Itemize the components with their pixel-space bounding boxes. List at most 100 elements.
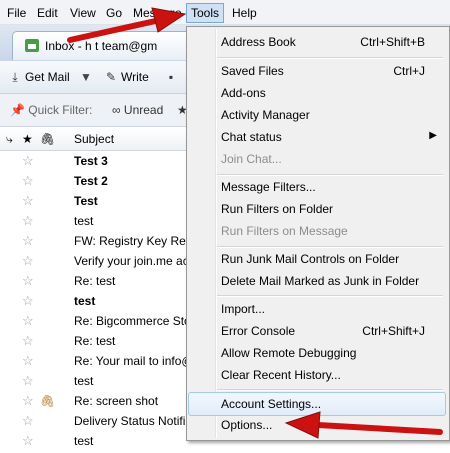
menu-item-label: Chat status [221,130,282,144]
unread-filter-label: Unread [123,103,164,117]
menu-item-import[interactable]: Import... [189,298,445,320]
tab-inbox[interactable]: Inbox - h t team@gm [12,31,214,60]
menu-message-label: Message [133,6,182,20]
inbox-icon [25,39,39,52]
message-subject: Verify your join.me ac [74,254,189,268]
menu-item-label: Allow Remote Debugging [221,346,357,360]
message-subject: FW: Registry Key Req [74,234,193,248]
star-icon[interactable]: ☆ [22,153,34,169]
star-icon[interactable]: ☆ [22,313,34,329]
menu-separator [217,57,443,59]
pencil-icon: ✎ [105,70,117,84]
star-icon[interactable]: ☆ [22,193,34,209]
menu-item-label: Options... [221,418,273,432]
message-subject: Re: Bigcommerce Sto [74,314,191,328]
star-icon[interactable]: ☆ [22,253,34,269]
star-icon[interactable]: ☆ [22,393,34,409]
menu-edit[interactable]: Edit [33,4,62,22]
menu-item-label: Import... [221,302,266,316]
menu-item-label: Run Filters on Message [221,224,348,238]
menu-item-account-settings[interactable]: Account Settings... [188,392,446,416]
menu-item-label: Add-ons [221,86,266,100]
star-icon[interactable]: ☆ [22,173,34,189]
menu-view[interactable]: View [66,4,100,22]
menu-help-label: Help [232,6,257,20]
message-subject: Test 2 [74,174,108,188]
quick-filter-toggle[interactable]: 📌 Quick Filter: [10,103,92,117]
menu-item-delete-junk[interactable]: Delete Mail Marked as Junk in Folder [189,270,445,292]
attachment-icon: 🖇 [40,394,56,408]
menu-separator [217,295,443,297]
thread-column-icon[interactable]: ⤷ [6,132,13,147]
menu-item-label: Run Filters on Folder [221,202,334,216]
menu-tools-label: Tools [191,6,220,20]
menu-item-label: Message Filters... [221,180,316,194]
menu-separator [217,389,443,391]
menu-item-join-chat: Join Chat... [189,148,445,170]
menu-message[interactable]: Message [129,4,186,22]
star-icon[interactable]: ☆ [22,233,34,249]
menu-view-label: View [70,6,96,20]
star-column-icon[interactable]: ★ [22,132,33,146]
message-subject: test [74,294,96,308]
menu-item-clear-history[interactable]: Clear Recent History... [189,364,445,386]
unread-icon: ∞ [112,103,121,117]
menu-go-label: Go [106,6,123,20]
menu-item-options[interactable]: Options... [189,414,445,436]
menu-item-chat-status[interactable]: Chat status ▶ [189,126,445,148]
menu-item-run-junk-controls[interactable]: Run Junk Mail Controls on Folder [189,248,445,270]
menubar: File Edit View Go Message Tools Help [0,0,450,25]
message-subject: test [74,434,94,448]
menu-item-add-ons[interactable]: Add-ons [189,82,445,104]
star-icon[interactable]: ☆ [22,433,34,449]
star-icon[interactable]: ☆ [22,213,34,229]
chat-button[interactable]: ▪ [164,68,181,86]
write-label: Write [121,70,149,84]
menu-item-address-book[interactable]: Address Book Ctrl+Shift+B [189,31,445,53]
download-icon: ⤓ [12,70,18,84]
submenu-arrow-icon: ▶ [429,130,437,141]
star-icon[interactable]: ☆ [22,373,34,389]
star-icon[interactable]: ☆ [22,413,34,429]
menu-item-label: Activity Manager [221,108,310,122]
menu-go[interactable]: Go [102,4,126,22]
get-mail-dropdown[interactable]: ▼ [80,68,92,86]
chevron-down-icon: ▼ [80,70,92,84]
menu-file-label: File [7,6,27,20]
attachment-column-icon[interactable]: 🖇 [40,132,55,146]
menu-item-label: Account Settings... [221,397,322,411]
menu-item-error-console[interactable]: Error Console Ctrl+Shift+J [189,320,445,342]
menu-item-shortcut: Ctrl+Shift+B [360,35,425,49]
menu-file[interactable]: File [3,4,30,22]
star-icon[interactable]: ☆ [22,273,34,289]
write-button[interactable]: ✎ Write [104,68,149,86]
menu-item-label: Run Junk Mail Controls on Folder [221,252,400,266]
message-subject: Test [74,194,98,208]
unread-filter-button[interactable]: ∞ Unread [112,103,163,117]
menu-item-label: Error Console [221,324,296,338]
message-subject: Re: test [74,334,116,348]
menu-item-run-filters-message: Run Filters on Message [189,220,445,242]
get-mail-button[interactable]: ⤓ Get Mail [8,68,70,86]
get-mail-label: Get Mail [25,70,70,84]
menu-item-label: Join Chat... [221,152,282,166]
menu-help[interactable]: Help [228,4,261,22]
message-subject: test [74,214,94,228]
menu-item-message-filters[interactable]: Message Filters... [189,176,445,198]
star-icon[interactable]: ☆ [22,293,34,309]
menu-item-activity-manager[interactable]: Activity Manager [189,104,445,126]
menu-item-run-filters-folder[interactable]: Run Filters on Folder [189,198,445,220]
star-icon[interactable]: ☆ [22,333,34,349]
menu-item-label: Clear Recent History... [221,368,341,382]
menu-item-label: Saved Files [221,64,284,78]
menu-item-remote-debugging[interactable]: Allow Remote Debugging [189,342,445,364]
menu-tools[interactable]: Tools [186,3,225,23]
menu-item-label: Delete Mail Marked as Junk in Folder [221,274,420,288]
star-icon[interactable]: ☆ [22,353,34,369]
menu-item-shortcut: Ctrl+J [393,64,425,78]
message-subject: Re: test [74,274,116,288]
menu-item-saved-files[interactable]: Saved Files Ctrl+J [189,60,445,82]
tab-inbox-label: Inbox - h t team@gm [45,39,158,53]
subject-column-header[interactable]: Subject [74,132,114,146]
menu-item-shortcut: Ctrl+Shift+J [362,324,425,338]
